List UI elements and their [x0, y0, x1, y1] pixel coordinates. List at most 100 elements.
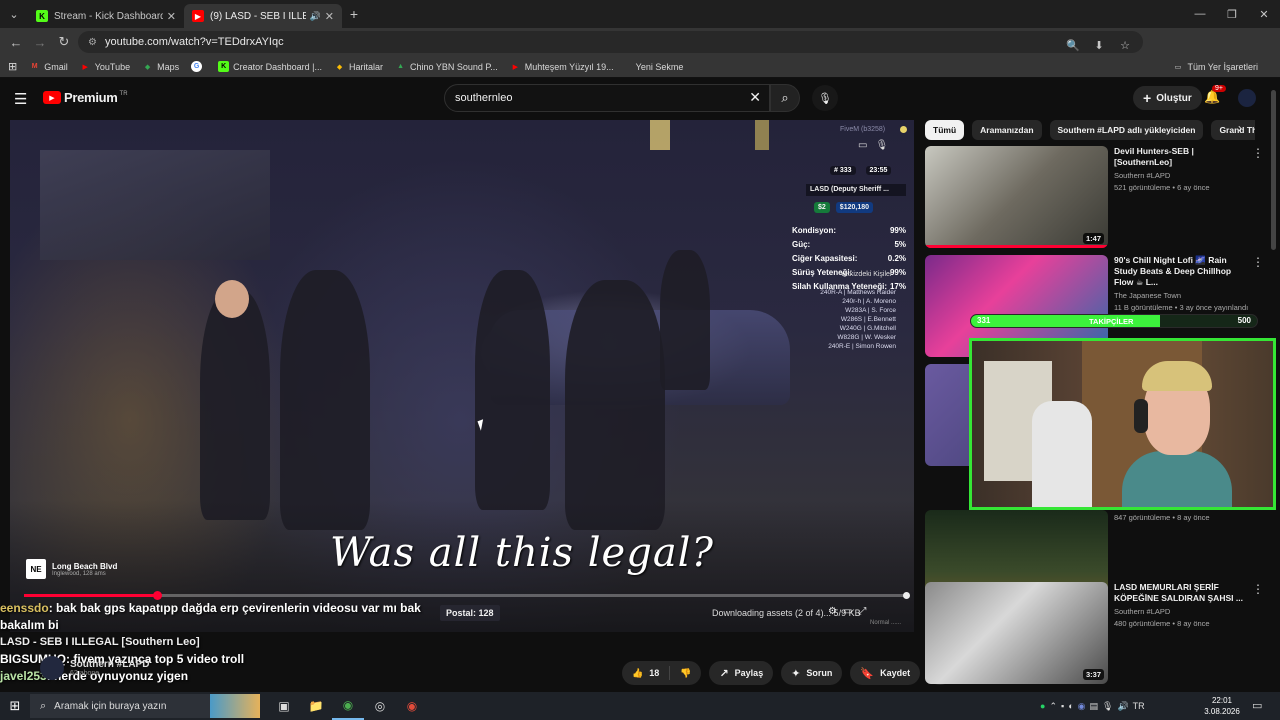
- notification-center-icon[interactable]: ▭: [1252, 699, 1262, 712]
- tab-kick-dashboard[interactable]: K Stream - Kick Dashboard ✕: [28, 4, 184, 28]
- more-options-icon[interactable]: ⋮: [1252, 582, 1264, 596]
- close-tab-icon[interactable]: ✕: [167, 10, 176, 23]
- task-view-icon[interactable]: ▣: [268, 692, 300, 720]
- youtube-logo[interactable]: ▶ Premium TR: [43, 90, 128, 105]
- roster-entry: W286S | E.Bennett: [840, 316, 896, 323]
- roster-entry: 240R-E | Simon Rowen: [828, 343, 896, 350]
- mic-icon[interactable]: 🎙: [1102, 701, 1113, 712]
- video-progress-bar[interactable]: [24, 591, 910, 600]
- channel-name[interactable]: Southern #LAPD: [70, 659, 149, 670]
- dislike-button[interactable]: 👎: [670, 661, 701, 685]
- network-icon[interactable]: ▤: [1089, 701, 1098, 712]
- windows-start-icon[interactable]: ⊞: [0, 698, 30, 714]
- chevron-right-icon[interactable]: ›: [1238, 121, 1242, 135]
- url-text: youtube.com/watch?v=TEDdrxAYIqc: [104, 36, 284, 48]
- maps-pin-icon: ◆: [336, 63, 343, 71]
- chevron-up-icon[interactable]: ⌃: [1049, 701, 1057, 712]
- moon-icon: [900, 126, 907, 133]
- taskbar-apps: ▣ 📁 ◉ ◎ ◉: [268, 692, 428, 720]
- channel-info[interactable]: Southern #LAPD 62 abone: [40, 656, 149, 680]
- chip-all[interactable]: Tümü: [925, 120, 965, 140]
- settings-gear-icon[interactable]: ⚙: [828, 606, 837, 617]
- bookmark-star-icon[interactable]: ☆: [1115, 34, 1135, 56]
- video-thumbnail[interactable]: 1:47: [925, 146, 1108, 248]
- new-tab-button[interactable]: +: [342, 6, 366, 22]
- close-tab-icon[interactable]: ✕: [325, 10, 334, 23]
- speaker-icon[interactable]: 🔊: [310, 11, 321, 22]
- site-info-icon[interactable]: ⚙: [88, 37, 97, 48]
- roster-entry: 240R-A | Matthews Raider: [820, 289, 896, 296]
- video-meta: 480 görüntüleme • 8 ay önce: [1114, 619, 1210, 628]
- tab-title: Stream - Kick Dashboard: [54, 10, 163, 22]
- recommendation-item[interactable]: 1:47 Devil Hunters-SEB | [SouthernLeo] Sou…: [925, 146, 1265, 248]
- share-button[interactable]: ↗ Paylaş: [709, 661, 774, 685]
- bookmark-icon: 🔖: [860, 667, 875, 680]
- ask-button[interactable]: ✦ Sorun: [781, 661, 843, 685]
- chip-from-uploader[interactable]: Southern #LAPD adlı yükleyiciden: [1049, 120, 1204, 140]
- install-icon[interactable]: ⬇: [1089, 34, 1109, 56]
- chrome-alt-icon[interactable]: ◉: [396, 692, 428, 720]
- tab-youtube-video[interactable]: ▶ (9) LASD - SEB I ILLEGAL [S… 🔊 ✕: [184, 4, 342, 28]
- video-thumbnail[interactable]: 3:37: [925, 582, 1108, 684]
- back-button[interactable]: ←: [4, 35, 28, 50]
- apps-grid-icon[interactable]: ⊞: [8, 60, 17, 73]
- chrome-icon[interactable]: ◉: [332, 692, 364, 720]
- video-title[interactable]: Devil Hunters-SEB | [SouthernLeo]: [1114, 146, 1250, 168]
- forward-button[interactable]: →: [28, 35, 52, 50]
- video-title[interactable]: 90's Chill Night Lofi 🌌 Rain Study Beats…: [1114, 255, 1250, 288]
- search-input[interactable]: southernleo ✕: [444, 84, 770, 112]
- bookmark-youtube[interactable]: ▶ YouTube: [80, 61, 131, 72]
- all-bookmarks[interactable]: ▭ Tüm Yer İşaretleri: [1172, 56, 1258, 78]
- reload-button[interactable]: ↻: [52, 34, 76, 50]
- page-scrollbar[interactable]: [1271, 90, 1276, 250]
- save-button[interactable]: 🔖 Kaydet: [850, 661, 921, 685]
- bookmark-creator-dashboard[interactable]: K Creator Dashboard |...: [218, 61, 322, 72]
- steam-icon[interactable]: ◐: [1068, 701, 1073, 711]
- bookmark-muhtesem[interactable]: ▶ Muhteşem Yüzyıl 19...: [510, 61, 614, 72]
- bookmark-google[interactable]: G: [191, 61, 206, 72]
- volume-icon[interactable]: 🔊: [1117, 701, 1128, 712]
- create-button[interactable]: + Oluştur: [1133, 86, 1202, 110]
- discord-icon[interactable]: ◉: [1078, 701, 1086, 712]
- bookmark-maps[interactable]: ◆ Maps: [142, 61, 179, 72]
- language-icon[interactable]: TR: [1133, 701, 1145, 711]
- bookmark-gmail[interactable]: M Gmail: [29, 61, 68, 72]
- bookmark-chino[interactable]: ▲ Chino YBN Sound P...: [395, 61, 498, 72]
- taskbar-clock[interactable]: 22:01 3.08.2026: [1200, 695, 1244, 717]
- recommendation-item[interactable]: 3:37 LASD MEMURLARI ŞERİF KÖPEĞİNE SALDIR…: [925, 582, 1265, 684]
- progress-scrubber[interactable]: [152, 591, 162, 600]
- url-field[interactable]: ⚙ youtube.com/watch?v=TEDdrxAYIqc 🔍 ⬇ ☆: [78, 31, 1143, 53]
- sparkle-icon: ✦: [791, 667, 801, 680]
- bookmark-haritalar[interactable]: ◆ Haritalar: [334, 61, 383, 72]
- tray-app-icon[interactable]: ▪: [1061, 701, 1064, 711]
- obs-icon[interactable]: ◎: [364, 692, 396, 720]
- whatsapp-icon[interactable]: ●: [1040, 701, 1045, 711]
- clear-search-icon[interactable]: ✕: [749, 89, 761, 106]
- video-title[interactable]: LASD MEMURLARI ŞERİF KÖPEĞİNE SALDIRAN Ş…: [1114, 582, 1250, 604]
- file-explorer-icon[interactable]: 📁: [300, 692, 332, 720]
- bookmark-yeni-sekme[interactable]: Yeni Sekme: [636, 62, 684, 72]
- fullscreen-icon[interactable]: ⤢: [858, 606, 866, 617]
- video-player[interactable]: FiveM (b3258) ▭ 🎙 # 333 23:55 LASD (Depu…: [10, 120, 914, 632]
- like-button[interactable]: 👍 18: [622, 661, 669, 685]
- menu-icon[interactable]: ☰: [14, 90, 27, 108]
- roster-entry: W283A | S. Force: [845, 307, 896, 314]
- account-avatar[interactable]: [1238, 89, 1256, 107]
- search-button[interactable]: ⌕: [770, 84, 800, 112]
- notifications-bell-icon[interactable]: 🔔 9+: [1204, 85, 1226, 105]
- channel-avatar[interactable]: [40, 656, 64, 680]
- more-options-icon[interactable]: ⋮: [1252, 255, 1264, 269]
- chip-from-search[interactable]: Aramanızdan: [972, 120, 1042, 140]
- webcam-overlay: [969, 338, 1276, 510]
- restore-icon[interactable]: ❐: [1216, 0, 1248, 28]
- more-options-icon[interactable]: ⋮: [1252, 146, 1264, 160]
- theater-mode-icon[interactable]: ▭: [843, 606, 852, 617]
- subscriber-count: 62 abone: [70, 670, 100, 677]
- close-window-icon[interactable]: ✕: [1248, 0, 1280, 28]
- tab-search-icon[interactable]: ⌄: [0, 0, 28, 28]
- voice-search-button[interactable]: 🎙: [812, 85, 838, 111]
- taskbar-search-input[interactable]: ⌕ Aramak için buraya yazın: [30, 694, 260, 718]
- minimize-icon[interactable]: —: [1184, 0, 1216, 28]
- chip-gta[interactable]: Grand Theft Auto: [1211, 120, 1255, 140]
- zoom-icon[interactable]: 🔍: [1063, 34, 1083, 56]
